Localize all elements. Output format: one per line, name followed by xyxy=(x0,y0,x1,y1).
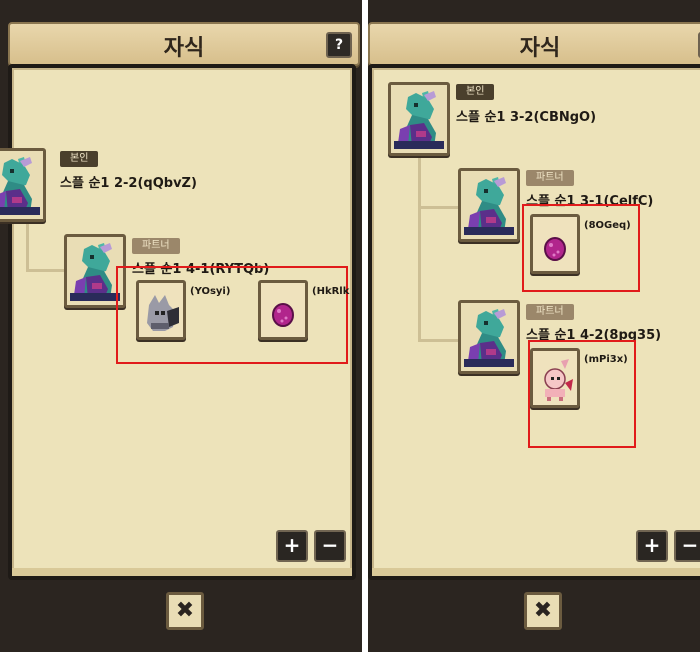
title-bar: 자식 ? xyxy=(8,22,360,66)
partner-tag: 파트너 xyxy=(526,170,574,186)
zoom-in-button[interactable]: + xyxy=(636,530,668,562)
family-tree-area[interactable]: 본인 스플 순1 3-2(CBNgO) 파트너 스플 순1 3-1(CelfC)… xyxy=(368,64,700,580)
tree-line xyxy=(418,152,421,342)
child-label: (8OGeq) xyxy=(584,220,631,231)
child-slot[interactable] xyxy=(530,348,580,408)
partner-portrait[interactable] xyxy=(458,168,520,242)
child-label: (HkRlk xyxy=(312,286,350,297)
self-name: 스플 순1 3-2(CBNgO) xyxy=(456,110,597,125)
tree-line xyxy=(26,218,29,272)
tree-line xyxy=(26,269,64,272)
self-portrait[interactable] xyxy=(388,82,450,156)
left-panel: 자식 ? 본인 스플 순1 2-2(qQbvZ) 파트너 스플 순1 4-1(R… xyxy=(0,0,362,652)
tree-line xyxy=(418,206,458,209)
self-portrait[interactable] xyxy=(0,148,46,222)
zoom-in-button[interactable]: + xyxy=(276,530,308,562)
child-label: (mPi3x) xyxy=(584,354,628,365)
self-name: 스플 순1 2-2(qQbvZ) xyxy=(60,176,197,191)
self-tag: 본인 xyxy=(456,84,495,100)
panel-title: 자식 xyxy=(519,36,561,61)
partner-tag: 파트너 xyxy=(132,238,180,254)
zoom-out-button[interactable]: − xyxy=(674,530,700,562)
zoom-out-button[interactable]: − xyxy=(314,530,346,562)
panel-title: 자식 xyxy=(163,36,205,61)
child-label: (YOsyi) xyxy=(190,286,231,297)
child-slot[interactable] xyxy=(258,280,308,340)
partner-tag: 파트너 xyxy=(526,304,574,320)
close-button[interactable]: ✖ xyxy=(524,592,562,630)
right-panel: 자식 ? 본인 스플 순1 3-2(CBNgO) 파트너 스플 순1 3-1(C… xyxy=(368,0,700,652)
child-slot[interactable] xyxy=(136,280,186,340)
close-button[interactable]: ✖ xyxy=(166,592,204,630)
title-bar: 자식 ? xyxy=(368,22,700,66)
tree-line xyxy=(418,339,458,342)
child-slot[interactable] xyxy=(530,214,580,274)
partner-portrait[interactable] xyxy=(458,300,520,374)
self-tag: 본인 xyxy=(60,151,99,167)
help-button[interactable]: ? xyxy=(326,32,352,58)
family-tree-area[interactable]: 본인 스플 순1 2-2(qQbvZ) 파트너 스플 순1 4-1(RYTQb)… xyxy=(0,64,356,580)
